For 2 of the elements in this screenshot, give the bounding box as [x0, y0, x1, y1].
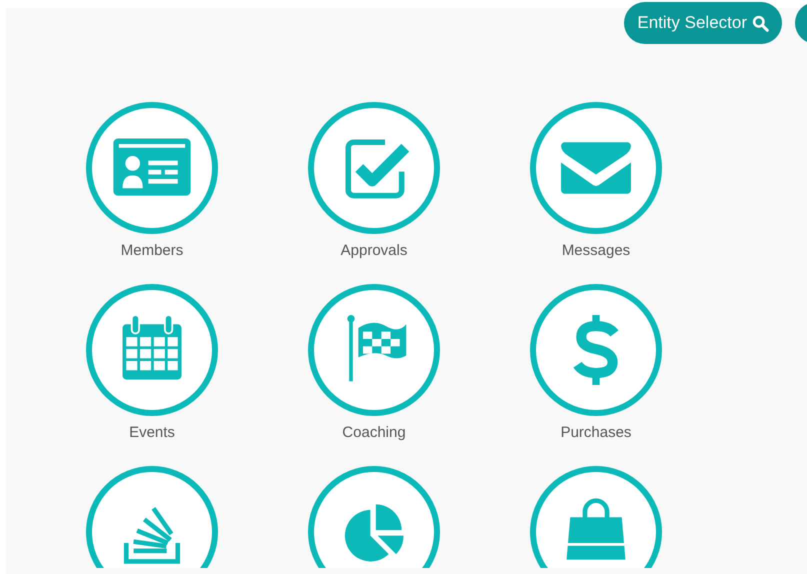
entity-selector-button[interactable]: Entity Selector	[624, 2, 782, 44]
search-icon	[752, 14, 769, 32]
